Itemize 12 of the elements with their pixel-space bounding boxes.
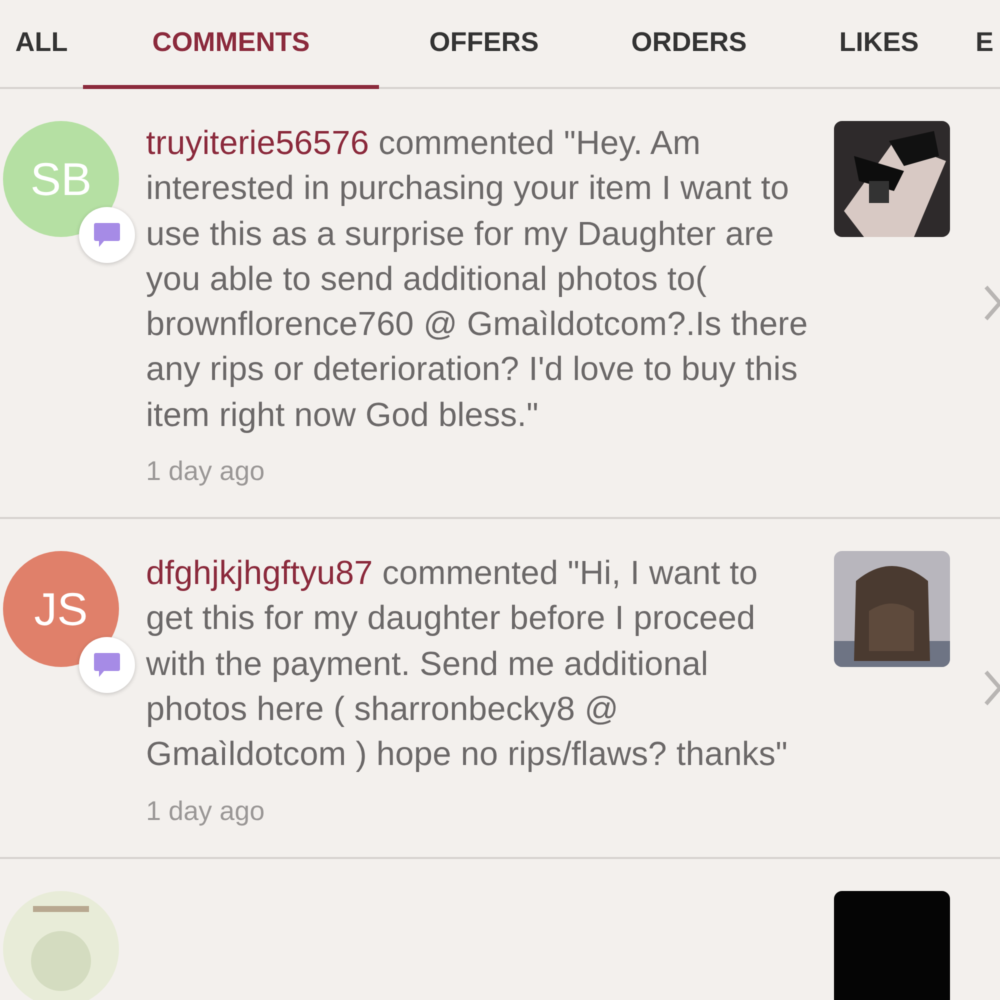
tab[interactable]: LIKES <box>789 0 969 89</box>
timestamp: 1 day ago <box>146 456 266 488</box>
tab[interactable]: ALL <box>0 0 83 89</box>
avatar: SB <box>3 121 119 237</box>
avatar: JS <box>3 551 119 668</box>
comment-text: truyiterie56576 commented "Hey. Am interested in purchasing your item I want to use this as a surprise for my Daughter are you able to send additional photos to( brownflorence760 @ Gmaìldotcom?.Is there any rips or deterioration? I'd love to buy this item right now God bless." <box>146 124 809 436</box>
tab[interactable]: COMMENTS <box>83 0 379 89</box>
tab[interactable]: ORDERS <box>589 0 789 89</box>
comment-text: dfghjkjhgftyu87 commented "Hi, I want to get this for my daughter before I proceed with the payment. Send me additional photos here ( sharronbecky8 @ Gmaìldotcom ) hope no rips/flaws? thanks" <box>146 554 789 776</box>
tab[interactable]: E <box>969 0 1000 89</box>
timestamp: 1 day ago <box>146 796 266 827</box>
tab[interactable]: OFFERS <box>379 0 589 89</box>
